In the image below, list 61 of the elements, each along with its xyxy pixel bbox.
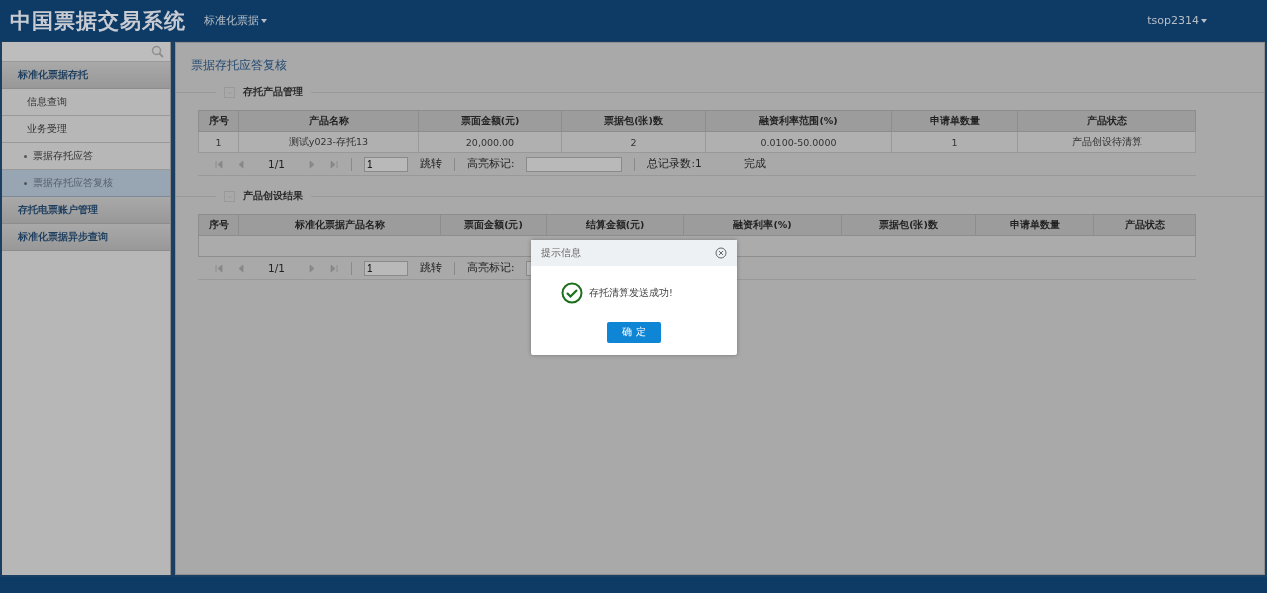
column-header: 融资利率(%) <box>684 214 842 236</box>
caret-icon <box>1201 18 1207 23</box>
column-header: 申请单数量 <box>892 110 1018 132</box>
module-menu[interactable]: 标准化票据 <box>204 13 267 28</box>
last-page-icon[interactable] <box>328 262 339 274</box>
table-cell: 1 <box>892 132 1018 153</box>
user-menu[interactable]: tsop2314 <box>1147 14 1207 27</box>
bullet-icon <box>24 181 27 185</box>
sidebar-group[interactable]: 存托电票账户管理 <box>2 197 170 224</box>
caret-icon <box>261 18 267 23</box>
section-title: 存托产品管理 <box>243 85 303 99</box>
column-header: 序号 <box>199 110 239 132</box>
table-cell: 2 <box>562 132 706 153</box>
prev-page-icon[interactable] <box>236 158 246 170</box>
total-records: 总记录数:1 <box>647 157 702 171</box>
column-header: 票面金额(元) <box>441 214 547 236</box>
close-icon[interactable] <box>715 247 727 259</box>
column-header: 产品状态 <box>1094 214 1196 236</box>
jump-link[interactable]: 跳转 <box>419 157 442 171</box>
column-header: 票据包(张)数 <box>562 110 706 132</box>
dialog-title: 提示信息 <box>541 246 581 260</box>
app-title: 中国票据交易系统 <box>10 7 186 35</box>
highlight-field[interactable] <box>526 156 623 172</box>
page-title: 票据存托应答复核 <box>191 57 288 74</box>
check-circle-icon <box>561 282 583 304</box>
table-cell: 1 <box>199 132 239 153</box>
first-page-icon[interactable] <box>214 262 224 274</box>
load-status: 完成 <box>743 157 766 171</box>
first-page-icon[interactable] <box>214 158 224 170</box>
column-header: 融资利率范围(%) <box>706 110 892 132</box>
page-input[interactable]: 1 <box>363 260 408 276</box>
column-header: 标准化票据产品名称 <box>239 214 441 236</box>
prev-page-icon[interactable] <box>236 262 246 274</box>
search-icon[interactable] <box>151 45 164 58</box>
highlight-label: 高亮标记: <box>466 261 515 275</box>
jump-link[interactable]: 跳转 <box>419 261 442 275</box>
table-cell: 产品创设待清算 <box>1018 132 1196 153</box>
sidebar-group[interactable]: 标准化票据异步查询 <box>2 224 170 251</box>
highlight-label: 高亮标记: <box>466 157 515 171</box>
page-input[interactable]: 1 <box>363 156 408 172</box>
confirm-button[interactable]: 确 定 <box>607 322 661 343</box>
page-indicator: 1/1 <box>268 262 285 274</box>
sidebar-search[interactable] <box>2 42 170 62</box>
table-cell: 20,000.00 <box>419 132 562 153</box>
column-header: 结算金额(元) <box>547 214 684 236</box>
column-header: 序号 <box>199 214 239 236</box>
column-header: 票面金额(元) <box>419 110 562 132</box>
column-header: 产品名称 <box>239 110 419 132</box>
dialog-message: 存托清算发送成功! <box>589 286 673 300</box>
column-header: 产品状态 <box>1018 110 1196 132</box>
next-page-icon[interactable] <box>306 158 317 170</box>
sidebar-group[interactable]: 标准化票据存托 <box>2 62 170 89</box>
next-page-icon[interactable] <box>306 262 317 274</box>
last-page-icon[interactable] <box>328 158 339 170</box>
bullet-icon <box>24 154 27 158</box>
section-title: 产品创设结果 <box>243 189 303 203</box>
column-header: 申请单数量 <box>976 214 1094 236</box>
table-cell: 0.0100-50.0000 <box>706 132 892 153</box>
table-cell: 测试y023-存托13 <box>239 132 419 153</box>
page-indicator: 1/1 <box>268 158 285 170</box>
column-header: 票据包(张)数 <box>842 214 976 236</box>
